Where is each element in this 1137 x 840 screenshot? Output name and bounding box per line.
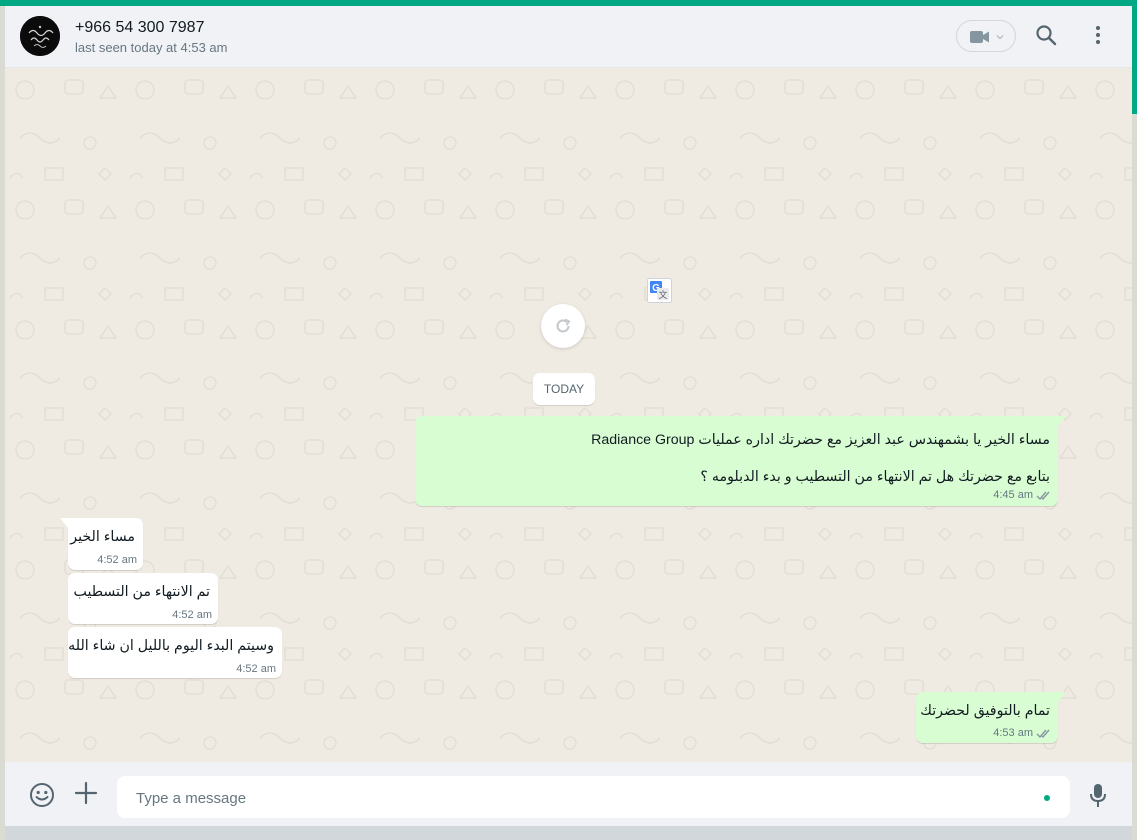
date-divider: TODAY [533,373,595,405]
message-text: وسيتم البدء اليوم بالليل ان شاء الله [68,638,274,654]
bubble-tail [1058,692,1066,702]
microphone-icon [1090,784,1106,807]
emoji-button[interactable] [29,782,55,808]
message-time: 4:52 am [172,609,212,621]
google-translate-icon[interactable]: G 文 [647,278,672,303]
video-call-button[interactable] [956,20,1016,52]
svg-text:文: 文 [658,289,667,301]
double-check-read-icon [1036,491,1050,501]
menu-button[interactable] [1088,24,1108,50]
message-input-container[interactable] [117,776,1070,820]
reload-button[interactable] [541,304,585,348]
voice-message-button[interactable] [1089,783,1107,809]
message-time: 4:52 am [97,554,137,566]
bubble-tail [60,518,68,528]
message-bubble-outgoing[interactable]: تمام بالتوفيق لحضرتك 4:53 am [916,692,1066,743]
plus-icon [74,781,98,805]
kebab-menu-icon [1096,26,1100,44]
chat-header: +966 54 300 7987 last seen today at 4:53… [5,6,1132,68]
message-bubble-incoming[interactable]: مساء الخير 4:52 am [60,518,143,570]
last-seen-status: last seen today at 4:53 am [75,40,228,55]
emoji-icon [30,783,54,807]
double-check-read-icon [1036,729,1050,739]
search-icon [1036,25,1057,46]
scrollbar[interactable] [1132,6,1137,114]
attach-button[interactable] [74,781,98,805]
contact-name[interactable]: +966 54 300 7987 [75,19,204,37]
video-camera-icon [970,31,1004,43]
message-bubble-incoming[interactable]: تم الانتهاء من التسطيب 4:52 am [68,573,218,624]
message-time: 4:52 am [236,663,276,675]
message-bubble-outgoing[interactable]: مساء الخير يا بشمهندس عبد العزيز مع حضرت… [415,416,1066,506]
chat-window: +966 54 300 7987 last seen today at 4:53… [5,6,1132,840]
message-text: بتابع مع حضرتك هل تم الانتهاء من التسطيب… [700,469,1050,485]
message-text: تم الانتهاء من التسطيب [73,584,210,600]
message-list[interactable]: G 文 TODAY مساء الخير يا بشمهندس عبد العز… [5,68,1132,762]
message-text: مساء الخير يا بشمهندس عبد العزيز مع حضرت… [591,432,1050,448]
message-time: 4:45 am [993,489,1033,501]
compose-bar [5,762,1132,826]
message-text: تمام بالتوفيق لحضرتك [920,703,1050,719]
search-button[interactable] [1035,24,1061,50]
message-time: 4:53 am [993,727,1033,739]
message-input[interactable] [134,776,1038,820]
refresh-icon [556,318,571,333]
message-bubble-incoming[interactable]: وسيتم البدء اليوم بالليل ان شاء الله 4:5… [68,627,282,678]
bubble-tail [1058,416,1066,426]
extension-indicator-dot [1044,795,1050,801]
contact-avatar[interactable] [20,16,60,56]
message-text: مساء الخير [70,529,135,545]
bottom-strip [5,826,1132,840]
